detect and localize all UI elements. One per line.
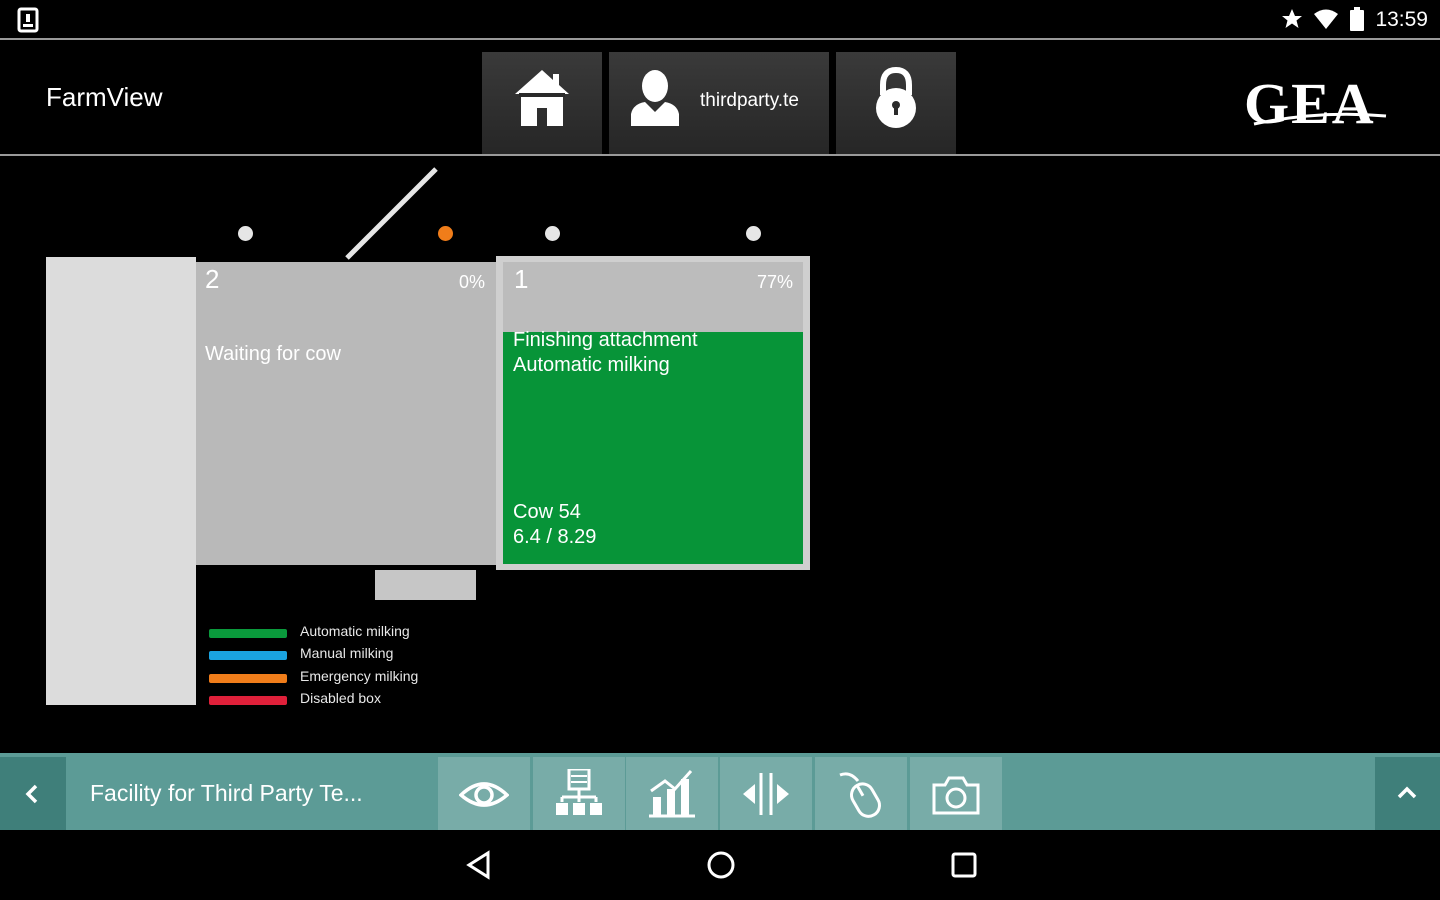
- cow-id: Cow 54: [513, 501, 581, 523]
- legend-label: Manual milking: [300, 645, 394, 661]
- camera-button[interactable]: [910, 757, 1002, 830]
- position-indicator: [746, 226, 761, 241]
- stall-status-line: Automatic milking: [513, 354, 670, 376]
- home-icon: [515, 70, 569, 126]
- user-name: thirdparty.te: [700, 90, 799, 111]
- stall-status-line: Finishing attachment: [513, 329, 698, 351]
- chevron-left-icon: [25, 784, 38, 804]
- logo-swoosh: [1253, 112, 1387, 126]
- legend-swatch: [209, 629, 287, 638]
- legend-label: Automatic milking: [300, 623, 410, 639]
- legend-label: Disabled box: [300, 690, 381, 706]
- split-icon: [743, 773, 789, 815]
- wifi-icon: [1314, 9, 1338, 29]
- nav-recents-icon[interactable]: [950, 851, 978, 879]
- expand-button[interactable]: [1375, 757, 1440, 830]
- system-nav-bar: [0, 830, 1440, 900]
- hierarchy-icon: [556, 769, 602, 815]
- clock: 13:59: [1375, 8, 1428, 31]
- home-button[interactable]: [482, 52, 602, 154]
- cow-info: Cow 54 6.4 / 8.29: [513, 500, 596, 550]
- bottom-toolbar: Facility for Third Party Te...: [0, 753, 1440, 830]
- mouse-icon: [839, 772, 881, 818]
- milking-progress-fill: Finishing attachment Automatic milking C…: [503, 329, 803, 564]
- stall-number: 1: [514, 264, 529, 294]
- gate: [345, 167, 438, 260]
- stall-1-body: 1 77% Finishing attachment Automatic mil…: [503, 262, 803, 564]
- legend-label: Emergency milking: [300, 668, 419, 684]
- camera-icon: [932, 776, 980, 815]
- stall-status: Waiting for cow: [205, 343, 341, 365]
- chevron-up-icon: [1397, 786, 1417, 799]
- eye-icon: [459, 782, 509, 807]
- milk-yield: 6.4 / 8.29: [513, 526, 597, 548]
- legend-swatch: [209, 651, 287, 660]
- star-icon: [1282, 9, 1302, 28]
- stall-1[interactable]: 1 77% Finishing attachment Automatic mil…: [496, 256, 810, 570]
- legend-swatch: [209, 696, 287, 705]
- position-indicator-active: [438, 226, 453, 241]
- lock-button[interactable]: [836, 52, 956, 154]
- lock-icon: [876, 67, 916, 128]
- stall-percent: 0%: [458, 272, 485, 292]
- position-indicator: [238, 226, 253, 241]
- facility-title: Facility for Third Party Te...: [90, 780, 363, 806]
- position-indicator: [545, 226, 560, 241]
- mouse-button[interactable]: [815, 757, 907, 830]
- statistics-button[interactable]: [626, 757, 718, 830]
- stall-percent: 77%: [756, 272, 793, 292]
- structure-button[interactable]: [533, 757, 625, 830]
- user-button[interactable]: thirdparty.te: [609, 52, 829, 154]
- feed-plate: [375, 570, 476, 600]
- stall-2[interactable]: 2 0% Waiting for cow: [196, 262, 496, 565]
- view-button[interactable]: [438, 757, 530, 830]
- facility-selector[interactable]: Facility for Third Party Te...: [68, 757, 438, 830]
- user-icon: [631, 70, 679, 126]
- legend-swatch: [209, 674, 287, 683]
- battery-icon: [1350, 7, 1364, 31]
- nav-home-icon[interactable]: [706, 850, 736, 880]
- stall-number: 2: [205, 264, 220, 294]
- parlour-wall: [46, 257, 196, 705]
- chart-icon: [649, 770, 695, 818]
- back-button[interactable]: [0, 757, 66, 830]
- stall-status: Finishing attachment Automatic milking: [513, 328, 698, 378]
- split-button[interactable]: [720, 757, 812, 830]
- nav-back-icon[interactable]: [466, 850, 492, 880]
